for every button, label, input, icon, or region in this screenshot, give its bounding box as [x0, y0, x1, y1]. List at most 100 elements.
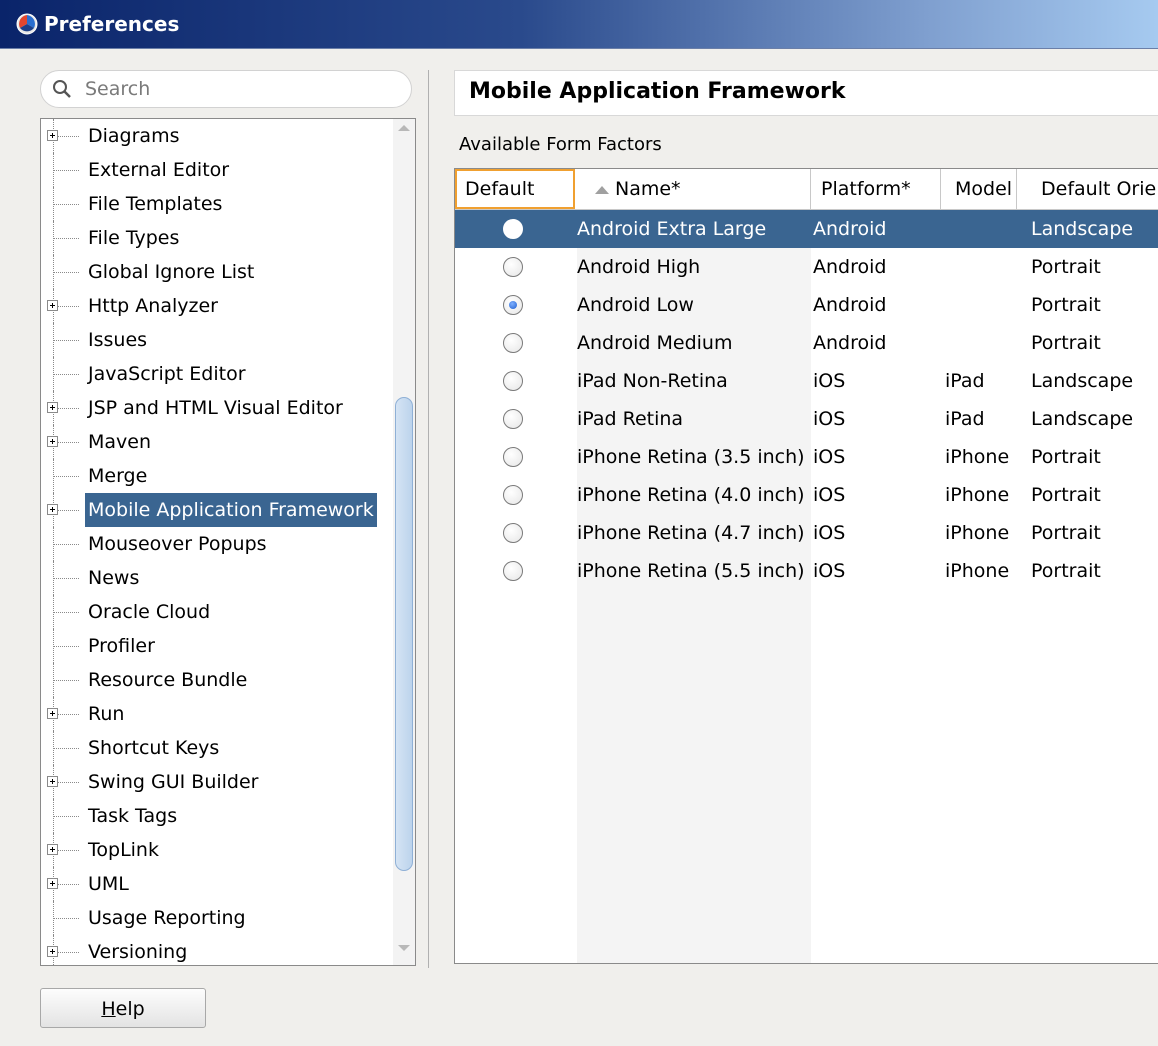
tree-item[interactable]: Swing GUI Builder — [41, 765, 393, 799]
cell-name: Android Low — [577, 294, 694, 316]
tree-connector-line — [53, 238, 79, 239]
cell-name: iPhone Retina (4.0 inch) — [577, 484, 805, 506]
tree-item-label: Run — [88, 703, 125, 725]
cell-orientation: Landscape — [1031, 408, 1134, 430]
table-row[interactable]: iPhone Retina (3.5 inch) iOS iPhone Portrai… — [455, 438, 1158, 476]
default-radio-button[interactable] — [503, 447, 523, 467]
tree-item-label: JavaScript Editor — [88, 363, 246, 385]
tree-item[interactable]: External Editor — [41, 153, 393, 187]
tree-item[interactable]: Global Ignore List — [41, 255, 393, 289]
expand-plus-icon[interactable] — [47, 300, 58, 311]
column-header-name[interactable]: Name* — [575, 169, 811, 209]
default-radio-button[interactable] — [503, 219, 523, 239]
scroll-up-arrow-icon[interactable] — [398, 125, 410, 131]
expand-plus-icon[interactable] — [47, 130, 58, 141]
tree-item[interactable]: Merge — [41, 459, 393, 493]
tree-item[interactable]: Resource Bundle — [41, 663, 393, 697]
default-radio-button[interactable] — [503, 485, 523, 505]
tree-item[interactable]: File Templates — [41, 187, 393, 221]
tree-item[interactable]: TopLink — [41, 833, 393, 867]
panel-splitter[interactable] — [428, 70, 429, 968]
expand-plus-icon[interactable] — [47, 504, 58, 515]
table-row[interactable]: iPhone Retina (4.0 inch) iOS iPhone Portrai… — [455, 476, 1158, 514]
default-radio-button[interactable] — [503, 295, 523, 315]
preferences-category-tree[interactable]: Diagrams External Editor File Templates Fil… — [40, 118, 416, 966]
default-radio-button[interactable] — [503, 257, 523, 277]
table-row[interactable]: Android Low Android Portrait — [455, 286, 1158, 324]
expand-plus-icon[interactable] — [47, 776, 58, 787]
column-header-platform[interactable]: Platform* — [811, 169, 941, 209]
tree-item[interactable]: Usage Reporting — [41, 901, 393, 935]
cell-platform: Android — [813, 332, 887, 354]
cell-orientation: Portrait — [1031, 256, 1101, 278]
tree-item[interactable]: File Types — [41, 221, 393, 255]
expand-plus-icon[interactable] — [47, 708, 58, 719]
expand-plus-icon[interactable] — [47, 844, 58, 855]
tree-item-label: Issues — [88, 329, 148, 351]
tree-item-label: Usage Reporting — [88, 907, 246, 929]
cell-name: iPad Retina — [577, 408, 684, 430]
tree-item[interactable]: Oracle Cloud — [41, 595, 393, 629]
default-radio-button[interactable] — [503, 523, 523, 543]
jdeveloper-app-icon — [16, 13, 38, 35]
cell-model: iPhone — [945, 560, 1010, 582]
cell-orientation: Portrait — [1031, 522, 1101, 544]
section-label: Available Form Factors — [459, 134, 662, 155]
table-row[interactable]: iPad Non-Retina iOS iPad Landscape — [455, 362, 1158, 400]
default-radio-button[interactable] — [503, 409, 523, 429]
tree-item[interactable]: JavaScript Editor — [41, 357, 393, 391]
help-label-rest: elp — [115, 998, 145, 1020]
tree-item[interactable]: UML — [41, 867, 393, 901]
table-row[interactable]: iPhone Retina (4.7 inch) iOS iPhone Portrai… — [455, 514, 1158, 552]
help-button[interactable]: Help — [40, 988, 206, 1028]
search-box[interactable] — [40, 70, 412, 108]
cell-model: iPad — [945, 370, 985, 392]
expand-plus-icon[interactable] — [47, 946, 58, 957]
tree-connector-line — [53, 544, 79, 545]
column-header-default[interactable]: Default — [455, 169, 575, 209]
cell-platform: iOS — [813, 446, 846, 468]
scroll-down-arrow-icon[interactable] — [398, 945, 410, 951]
column-header-default-orientation[interactable]: Default Orie — [1017, 169, 1158, 209]
expand-plus-icon[interactable] — [47, 436, 58, 447]
tree-item[interactable]: Mobile Application Framework — [41, 493, 393, 527]
cell-orientation: Portrait — [1031, 446, 1101, 468]
table-row[interactable]: Android Extra Large Android Landscape — [455, 210, 1158, 248]
default-radio-button[interactable] — [503, 333, 523, 353]
tree-item[interactable]: Run — [41, 697, 393, 731]
table-row[interactable]: iPad Retina iOS iPad Landscape — [455, 400, 1158, 438]
tree-item[interactable]: Shortcut Keys — [41, 731, 393, 765]
search-input[interactable] — [83, 77, 387, 101]
sort-ascending-icon — [595, 185, 609, 194]
tree-item[interactable]: JSP and HTML Visual Editor — [41, 391, 393, 425]
tree-item[interactable]: Diagrams — [41, 119, 393, 153]
tree-item[interactable]: Versioning — [41, 935, 393, 965]
tree-item[interactable]: Task Tags — [41, 799, 393, 833]
tree-item[interactable]: Mouseover Popups — [41, 527, 393, 561]
column-header-model[interactable]: Model — [941, 169, 1017, 209]
cell-name: iPhone Retina (3.5 inch) — [577, 446, 805, 468]
expand-plus-icon[interactable] — [47, 402, 58, 413]
table-row[interactable]: iPhone Retina (5.5 inch) iOS iPhone Portrai… — [455, 552, 1158, 590]
page-title: Mobile Application Framework — [469, 79, 846, 104]
default-radio-button[interactable] — [503, 371, 523, 391]
tree-item-label: UML — [88, 873, 129, 895]
table-row[interactable]: Android High Android Portrait — [455, 248, 1158, 286]
default-radio-button[interactable] — [503, 561, 523, 581]
scrollbar-thumb[interactable] — [395, 397, 413, 871]
cell-model: iPhone — [945, 446, 1010, 468]
tree-item-label: Profiler — [88, 635, 155, 657]
expand-plus-icon[interactable] — [47, 878, 58, 889]
tree-item[interactable]: Profiler — [41, 629, 393, 663]
tree-connector-line — [53, 170, 79, 171]
table-row[interactable]: Android Medium Android Portrait — [455, 324, 1158, 362]
tree-connector-line — [53, 204, 79, 205]
tree-item[interactable]: Http Analyzer — [41, 289, 393, 323]
tree-item[interactable]: News — [41, 561, 393, 595]
tree-item[interactable]: Issues — [41, 323, 393, 357]
cell-name: iPhone Retina (5.5 inch) — [577, 560, 805, 582]
tree-scrollbar[interactable] — [393, 119, 415, 965]
cell-name: Android Medium — [577, 332, 733, 354]
form-factors-table[interactable]: Default Name* Platform* Model Default Or… — [454, 168, 1158, 964]
tree-item[interactable]: Maven — [41, 425, 393, 459]
